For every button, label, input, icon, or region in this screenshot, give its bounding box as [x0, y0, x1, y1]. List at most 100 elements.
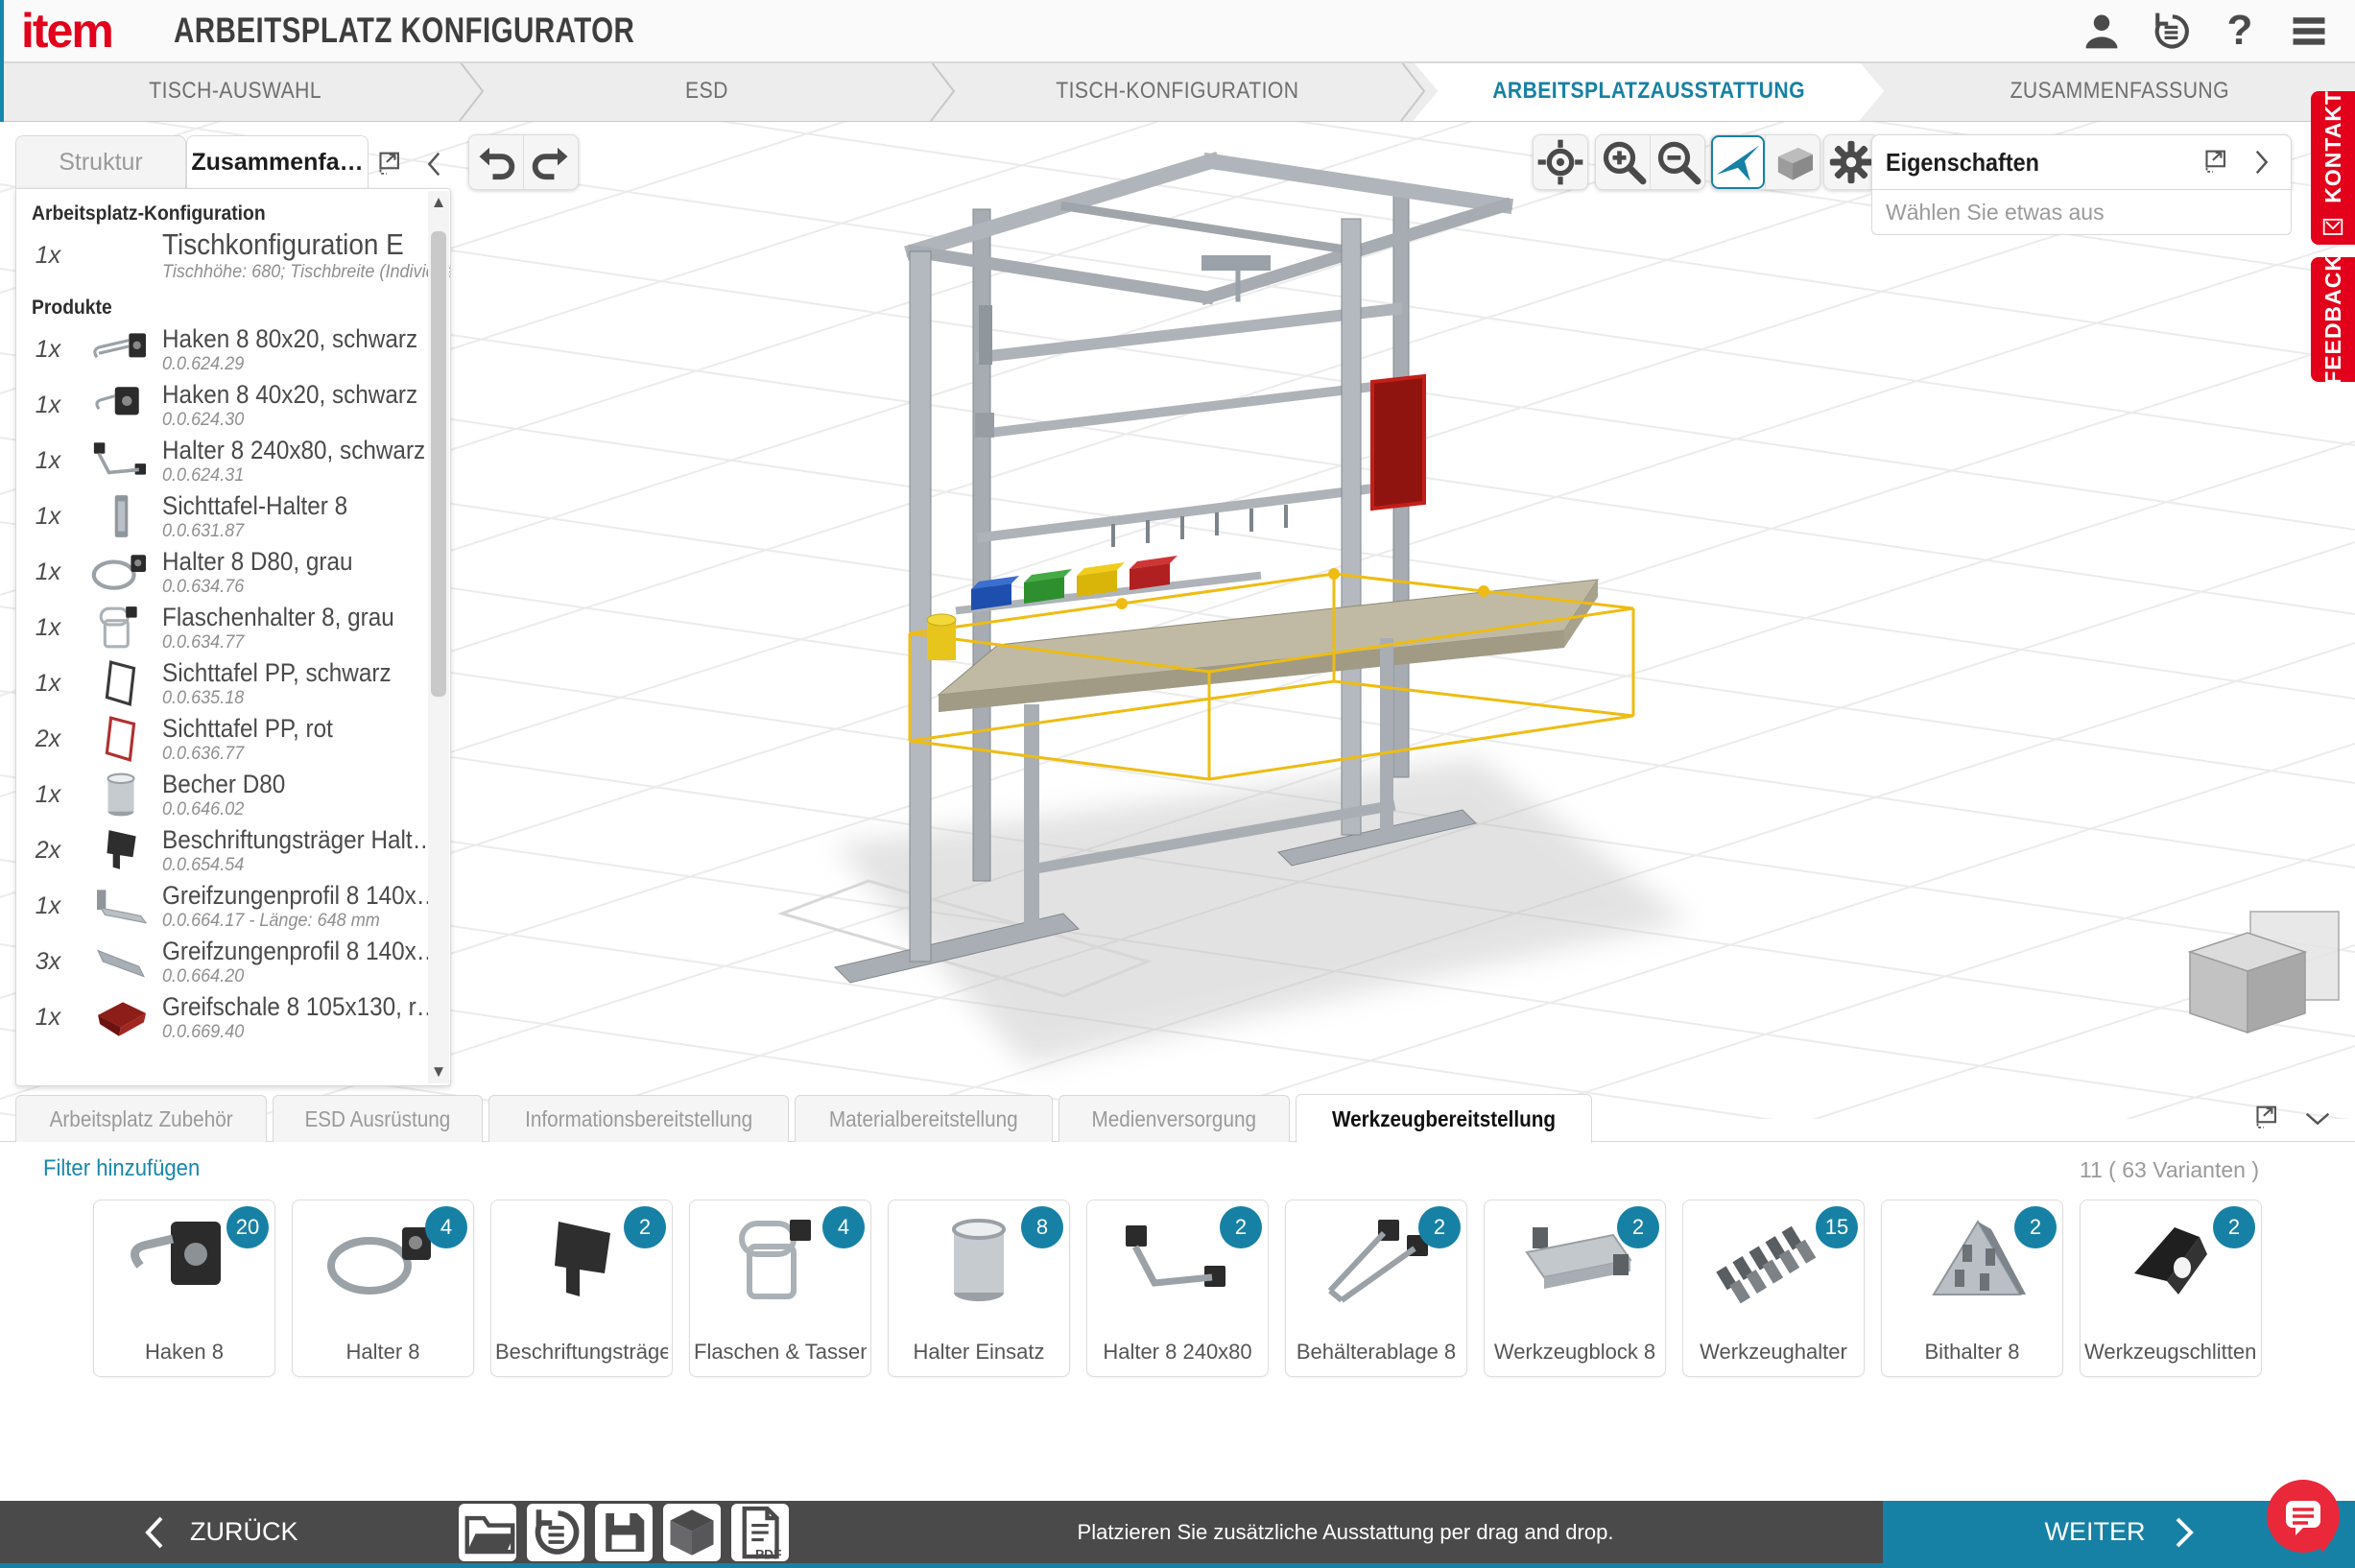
- footer-bar: ZURÜCK PDF Platzieren Sie zusätzliche Au…: [0, 1501, 2355, 1568]
- center-view-icon[interactable]: [1534, 135, 1587, 189]
- view-3d-icon[interactable]: [663, 1504, 721, 1561]
- step-tisch-auswahl[interactable]: TISCH-AUSWAHL: [0, 61, 471, 121]
- hook-short-icon: [84, 381, 157, 429]
- menu-icon[interactable]: [2288, 10, 2330, 52]
- open-project-icon-glyph: [459, 1504, 516, 1561]
- reset-icon[interactable]: [527, 1504, 584, 1561]
- list-item[interactable]: 1xGreifzungenprofil 8 140x…0.0.664.17 - …: [16, 878, 425, 934]
- item-article-number: 0.0.654.54: [162, 855, 412, 876]
- save-icon[interactable]: [595, 1504, 653, 1561]
- history-icon[interactable]: [2150, 10, 2192, 52]
- center-view-button[interactable]: [1533, 134, 1588, 190]
- list-item[interactable]: 1x Sichttafel-Halter 80.0.631.87: [16, 488, 425, 544]
- back-button[interactable]: ZURÜCK: [144, 1501, 298, 1563]
- step-zusammenfassung[interactable]: ZUSAMMENFASSUNG: [1884, 61, 2355, 121]
- product-card-beschriftungstr-ger[interactable]: 2Beschriftungsträger: [490, 1200, 673, 1377]
- scroll-up-icon[interactable]: ▲: [431, 191, 447, 214]
- tray-red-icon: [84, 993, 157, 1041]
- tab-medienversorgung[interactable]: Medienversorgung: [1059, 1095, 1290, 1142]
- item-name: Sichttafel PP, rot: [162, 714, 333, 744]
- step-arbeitsplatzausstattung[interactable]: ARBEITSPLATZAUSSTATTUNG: [1413, 61, 1884, 121]
- list-item[interactable]: 1xTischkonfiguration ETischhöhe: 680; Ti…: [16, 227, 425, 283]
- product-card-werkzeughalter[interactable]: 15Werkzeughalter: [1682, 1200, 1865, 1377]
- card-label: Haken 8: [98, 1340, 271, 1365]
- undo-icon[interactable]: [469, 135, 523, 189]
- tab-esd-ausr-stung[interactable]: ESD Ausrüstung: [273, 1095, 483, 1142]
- item-name: Sichttafel-Halter 8: [162, 491, 347, 521]
- feedback-tab[interactable]: FEEDBACK: [2311, 257, 2355, 382]
- list-item[interactable]: 1xHaken 8 80x20, schwarz0.0.624.29: [16, 321, 425, 377]
- view-cube-gizmo[interactable]: [2190, 912, 2339, 1033]
- zoom-buttons: [1595, 134, 1705, 190]
- product-card-halter-8-240x80[interactable]: 2Halter 8 240x80: [1086, 1200, 1269, 1377]
- product-card-werkzeugblock-8[interactable]: 2Werkzeugblock 8: [1484, 1200, 1666, 1377]
- item-article-number: 0.0.631.87: [162, 521, 358, 542]
- product-card-haken-8[interactable]: 20Haken 8: [93, 1200, 275, 1377]
- product-card-halter-8[interactable]: 4Halter 8: [292, 1200, 474, 1377]
- tab-informationsbereitstellung[interactable]: Informationsbereitstellung: [488, 1095, 789, 1142]
- variant-badge: 2: [624, 1206, 666, 1248]
- item-thumbnail: [80, 381, 162, 429]
- scroll-down-icon[interactable]: ▼: [431, 1060, 447, 1083]
- chat-widget-button[interactable]: [2263, 1478, 2343, 1558]
- list-item[interactable]: 1xGreifschale 8 105x130, r…0.0.669.40: [16, 989, 425, 1045]
- popout-icon[interactable]: [2199, 146, 2231, 178]
- item-quantity: 1x: [16, 503, 80, 531]
- tab-struktur[interactable]: Struktur: [15, 135, 186, 188]
- collapse-left-icon[interactable]: [418, 148, 451, 180]
- help-icon[interactable]: ?: [2219, 10, 2261, 52]
- list-item[interactable]: 1xHalter 8 240x80, schwarz0.0.624.31: [16, 433, 425, 488]
- tab-werkzeugbereitstellung[interactable]: Werkzeugbereitstellung: [1296, 1094, 1592, 1143]
- user-icon[interactable]: [2081, 10, 2123, 52]
- open-project-icon[interactable]: [459, 1504, 516, 1561]
- settings-icon[interactable]: [1824, 135, 1878, 189]
- chevron-down-glyph: [2301, 1102, 2334, 1134]
- list-item[interactable]: 1xHaken 8 40x20, schwarz0.0.624.30: [16, 377, 425, 433]
- zoom-out-icon[interactable]: [1650, 135, 1704, 189]
- list-scrollbar[interactable]: ▲ ▼: [428, 191, 449, 1083]
- product-card-beh-lterablage-8[interactable]: 2Behälterablage 8: [1285, 1200, 1467, 1377]
- item-thumbnail: [80, 325, 162, 373]
- solid-glyph: [1766, 135, 1820, 189]
- item-logo: item: [21, 3, 112, 59]
- list-item[interactable]: 1xHalter 8 D80, grau0.0.634.76: [16, 544, 425, 600]
- list-item[interactable]: 2xBeschriftungsträger Halt…0.0.654.54: [16, 822, 425, 878]
- becher-yellow[interactable]: [927, 614, 956, 660]
- popout-icon[interactable]: [2249, 1102, 2282, 1134]
- redo-icon[interactable]: [523, 135, 578, 189]
- item-article-number: Tischhöhe: 680; Tischbreite (Individuell…: [162, 262, 412, 283]
- zoom-in-icon[interactable]: [1596, 135, 1650, 189]
- item-name: Haken 8 80x20, schwarz: [162, 324, 399, 354]
- colored-bins: [971, 556, 1178, 610]
- tab-zusammenfassung[interactable]: Zusammenfa…: [186, 135, 369, 188]
- mail-glyph: [2319, 214, 2346, 241]
- list-item[interactable]: 1xFlaschenhalter 8, grau0.0.634.77: [16, 600, 425, 655]
- step-tisch-konfiguration[interactable]: TISCH-KONFIGURATION: [942, 61, 1414, 121]
- list-item[interactable]: 3xGreifzungenprofil 8 140x…0.0.664.20: [16, 934, 425, 989]
- collapse-right-icon[interactable]: [2245, 146, 2277, 178]
- product-card-halter-einsatz[interactable]: 8Halter Einsatz: [888, 1200, 1070, 1377]
- item-thumbnail: [80, 437, 162, 485]
- product-card-flaschen-tassenh-[interactable]: 4Flaschen & Tassenh…: [689, 1200, 871, 1377]
- step-esd[interactable]: ESD: [471, 61, 942, 121]
- scrollbar-thumb[interactable]: [431, 231, 446, 697]
- header-icons: ?: [2081, 10, 2355, 52]
- list-item[interactable]: 1xSichttafel PP, schwarz0.0.635.18: [16, 655, 425, 711]
- collapse-down-icon[interactable]: [2301, 1102, 2334, 1134]
- product-card-werkzeugschlitten-8[interactable]: 2Werkzeugschlitten 8: [2080, 1200, 2262, 1377]
- arbeitsplatz-konfigurator-app: item ARBEITSPLATZ KONFIGURATOR ? TISCH-A…: [0, 0, 2355, 1568]
- kontakt-tab[interactable]: KONTAKT: [2311, 91, 2355, 245]
- tab-arbeitsplatz-zubeh-r[interactable]: Arbeitsplatz Zubehör: [15, 1095, 267, 1142]
- grip-blade-icon: [84, 938, 157, 986]
- tab-materialbereitstellung[interactable]: Materialbereitstellung: [795, 1095, 1053, 1142]
- view-solid-icon[interactable]: [1765, 135, 1820, 189]
- popout-icon[interactable]: [372, 148, 405, 180]
- popout-glyph: [2249, 1102, 2282, 1134]
- view-perspective-icon[interactable]: [1711, 135, 1765, 189]
- list-item[interactable]: 2xSichttafel PP, rot0.0.636.77: [16, 711, 425, 767]
- product-card-bithalter-8[interactable]: 2Bithalter 8: [1881, 1200, 2063, 1377]
- add-filter-link[interactable]: Filter hinzufügen: [43, 1155, 200, 1182]
- item-quantity: 1x: [16, 558, 80, 586]
- list-item[interactable]: 1xBecher D800.0.646.02: [16, 767, 425, 822]
- pdf-export-icon[interactable]: PDF: [731, 1504, 789, 1561]
